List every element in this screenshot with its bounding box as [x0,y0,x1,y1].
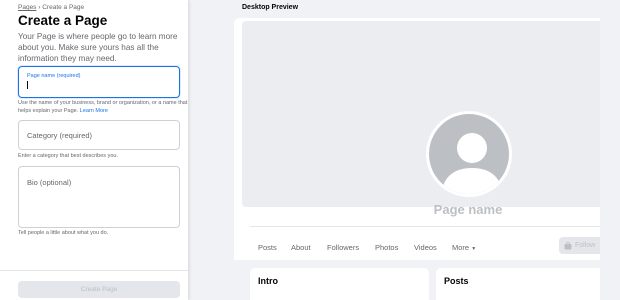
learn-more-link[interactable]: Learn More [80,108,108,114]
follow-label: Follow [575,242,596,249]
breadcrumb-separator: › [38,4,41,11]
cover-photo [242,21,600,207]
bio-hint: Tell people a little about what you do. [18,230,109,236]
category-field[interactable]: Category (required) [18,120,180,150]
page-name-field[interactable]: Page name (required) [18,66,180,98]
intro-heading: Intro [258,276,278,286]
category-placeholder: Category (required) [27,131,93,140]
profile-avatar [426,111,512,197]
page-name-label: Page name (required) [27,73,81,79]
footer-divider [0,270,188,271]
create-page-button[interactable]: Create Page [18,281,180,298]
posts-heading: Posts [444,276,469,286]
tab-about[interactable]: About [291,243,311,252]
page-title: Create a Page [18,13,108,28]
follow-button[interactable]: Follow [559,237,600,254]
bio-placeholder: Bio (optional) [27,178,72,187]
follow-icon [564,241,572,249]
tab-posts[interactable]: Posts [258,243,277,252]
tab-more[interactable]: More ▼ [452,243,476,252]
create-page-panel: Pages › Create a Page Create a Page Your… [0,0,188,300]
page-description: Your Page is where people go to learn mo… [18,32,178,63]
page-name-hint: Use the name of your business, brand or … [18,100,188,115]
text-caret [27,81,28,89]
intro-card: Intro [250,268,429,300]
nav-divider [250,226,600,227]
tab-photos[interactable]: Photos [375,243,398,252]
posts-card: Posts [436,268,600,300]
tab-followers[interactable]: Followers [327,243,359,252]
tab-more-label: More [452,243,470,252]
preview-page-name: Page name [433,202,503,217]
breadcrumb-current: Create a Page [42,4,85,11]
bio-field[interactable]: Bio (optional) [18,166,180,228]
breadcrumb: Pages › Create a Page [18,4,84,11]
category-hint: Enter a category that best describes you… [18,153,118,159]
chevron-down-icon: ▼ [471,246,477,252]
breadcrumb-pages-link[interactable]: Pages [18,4,36,11]
preview-lower-area: Intro Posts [234,260,600,300]
tab-videos[interactable]: Videos [414,243,437,252]
desktop-preview: Page name Posts About Followers Photos V… [234,18,600,300]
desktop-preview-label: Desktop Preview [242,4,299,11]
